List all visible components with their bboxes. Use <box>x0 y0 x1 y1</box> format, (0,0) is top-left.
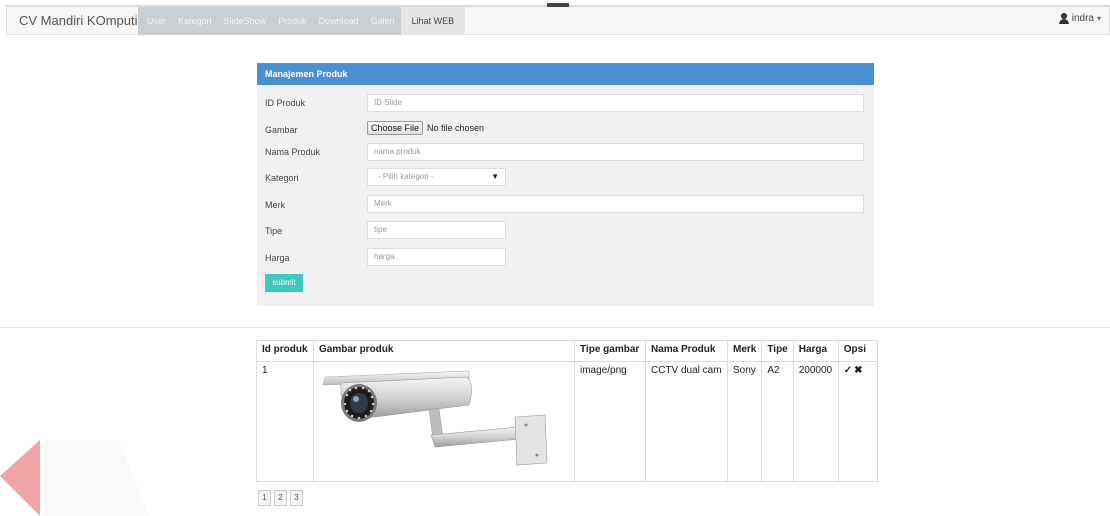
chevron-down-icon: ▾ <box>1096 14 1101 23</box>
gambar-label: Gambar <box>265 125 298 135</box>
table-row: 1 image/png CCTV dual cam Sony A2 200000… <box>256 361 878 482</box>
cell-tipe-gambar: image/png <box>574 361 646 482</box>
kategori-select[interactable]: - Pilih kategori - ▼ <box>367 168 506 186</box>
user-name: indra <box>1071 13 1094 24</box>
section-divider <box>0 327 1110 328</box>
header-opsi: Opsi <box>837 340 878 362</box>
nav-item-kategori[interactable]: Kategori <box>172 7 218 35</box>
kategori-label: Kategori <box>265 173 299 183</box>
page-2-button[interactable]: 2 <box>274 490 287 506</box>
cell-id: 1 <box>256 361 314 482</box>
window-notch <box>547 3 569 7</box>
harga-input[interactable]: harga <box>367 248 506 266</box>
cell-harga: 200000 <box>792 361 839 482</box>
nama-produk-label: Nama Produk <box>265 147 321 157</box>
cctv-camera-image <box>322 370 548 466</box>
id-produk-input[interactable]: ID Slide <box>367 94 864 112</box>
nav-item-slideshow[interactable]: SlideShow <box>217 7 273 35</box>
nav-item-download[interactable]: Download <box>312 7 365 35</box>
page-3-button[interactable]: 3 <box>290 490 303 506</box>
user-icon <box>1058 13 1069 24</box>
file-input: Choose File No file chosen <box>367 121 484 135</box>
tipe-label: Tipe <box>265 226 283 236</box>
header-tipe-gambar: Tipe gambar <box>574 340 646 362</box>
nav-item-user[interactable]: User <box>138 7 173 35</box>
cell-gambar <box>313 361 575 482</box>
header-harga: Harga <box>792 340 839 362</box>
user-menu[interactable]: indra ▾ <box>1058 13 1101 24</box>
nav-item-produk[interactable]: Produk <box>272 7 313 35</box>
choose-file-button[interactable]: Choose File <box>367 121 424 135</box>
panel-title: Manajemen Produk <box>257 63 874 85</box>
cell-opsi: ✓︎ ✖ <box>837 361 878 482</box>
nama-produk-input[interactable]: nama produk <box>367 143 864 161</box>
dropdown-arrow-icon: ▼ <box>491 172 499 181</box>
header-gambar-produk: Gambar produk <box>313 340 575 362</box>
submit-button[interactable]: submit <box>265 274 303 292</box>
nav-item-lihat-web[interactable]: Lihat WEB <box>400 7 466 35</box>
merk-label: Merk <box>265 200 285 210</box>
pagination: 1 2 3 <box>258 490 303 506</box>
cell-merk: Sony <box>726 361 763 482</box>
merk-input[interactable]: Merk <box>367 195 864 213</box>
header-id-produk: Id produk <box>256 340 314 362</box>
nav-menu: User Kategori SlideShow Produk Download … <box>138 7 466 35</box>
product-table: Id produk Gambar produk Tipe gambar Nama… <box>256 340 878 482</box>
header-nama-produk: Nama Produk <box>645 340 728 362</box>
product-form-panel: Manajemen Produk ID Produk ID Slide Gamb… <box>257 63 874 306</box>
header-merk: Merk <box>726 340 763 362</box>
cell-tipe: A2 <box>761 361 794 482</box>
nav-item-galeri[interactable]: Galeri <box>364 7 401 35</box>
kategori-selected-value: - Pilih kategori - <box>378 172 434 181</box>
watermark-logo <box>0 440 150 516</box>
delete-icon[interactable]: ✖ <box>854 365 862 376</box>
cell-nama-produk: CCTV dual cam <box>645 361 728 482</box>
tipe-input[interactable]: tipe <box>367 221 506 239</box>
header-tipe: Tipe <box>761 340 794 362</box>
page-1-button[interactable]: 1 <box>258 490 271 506</box>
table-header-row: Id produk Gambar produk Tipe gambar Nama… <box>256 340 878 362</box>
top-navbar: CV Mandiri KOmputindo User Kategori Slid… <box>6 3 1110 35</box>
id-produk-label: ID Produk <box>265 98 306 108</box>
edit-icon[interactable]: ✓︎ <box>844 365 852 376</box>
harga-label: Harga <box>265 253 290 263</box>
file-status: No file chosen <box>427 123 485 133</box>
